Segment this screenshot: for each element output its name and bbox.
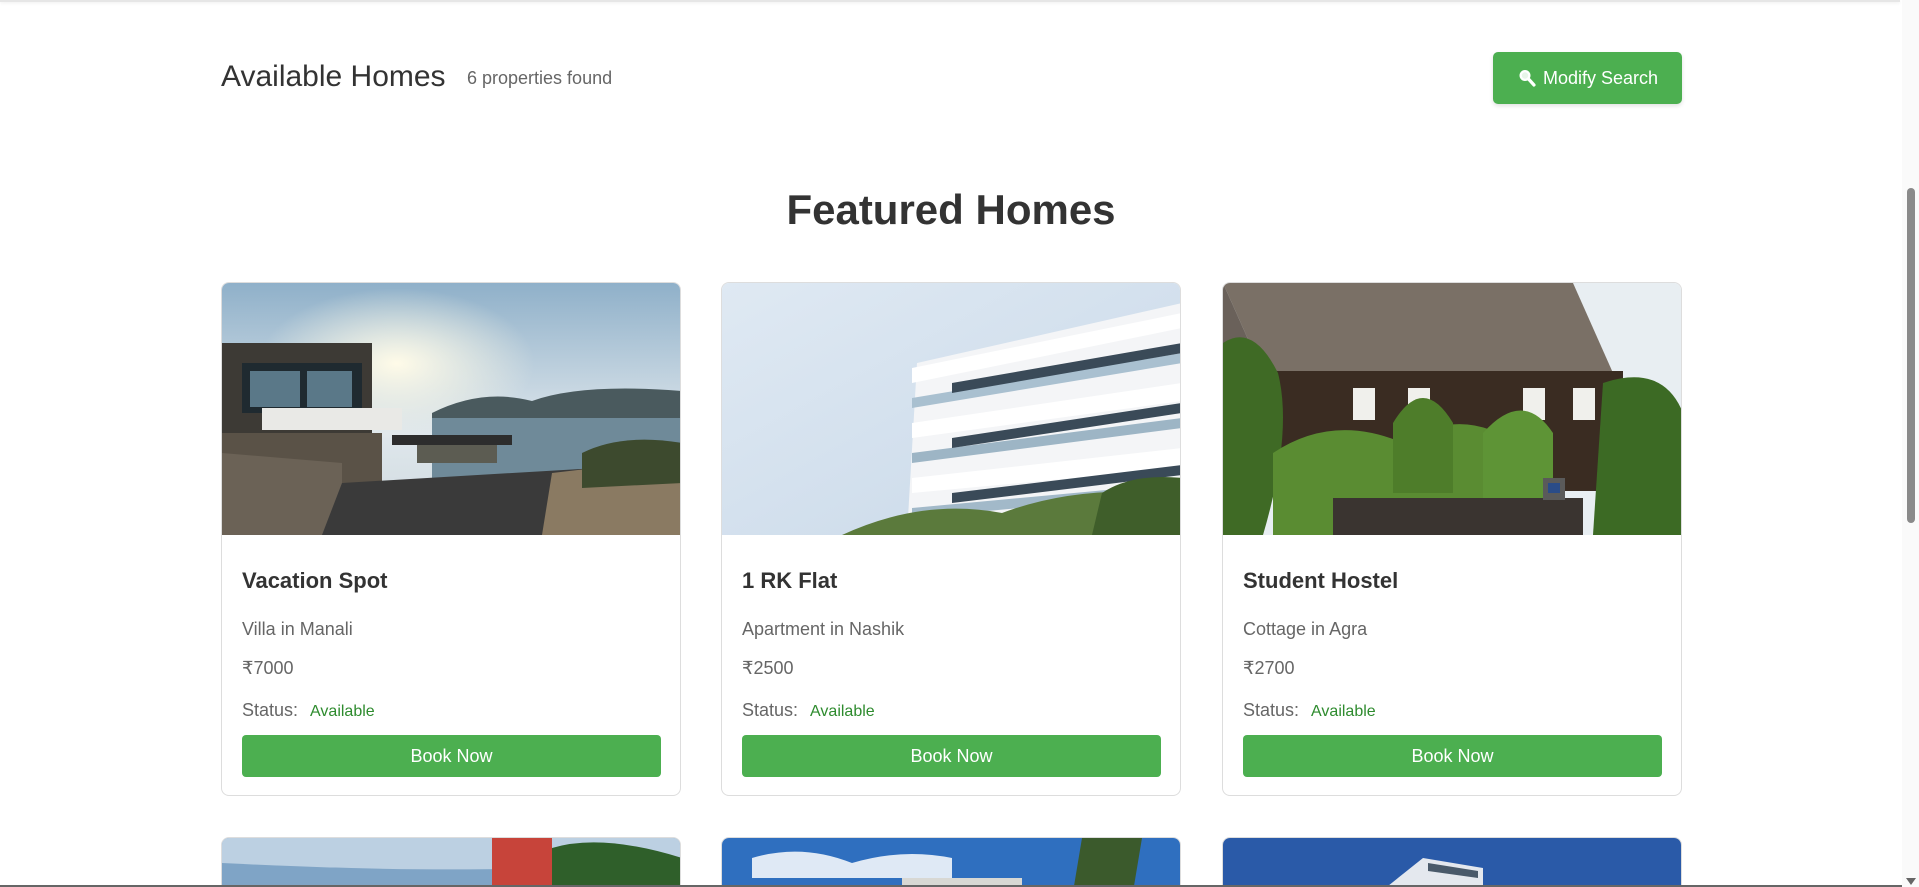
status-badge: Available — [810, 703, 875, 720]
home-type: Villa in Manali — [242, 619, 353, 639]
home-card-partial — [1222, 837, 1682, 887]
home-status: Status: Available — [242, 700, 375, 721]
vertical-scrollbar[interactable] — [1902, 0, 1919, 887]
scrollbar-thumb[interactable] — [1907, 188, 1915, 523]
search-icon — [1519, 70, 1536, 87]
book-now-button[interactable]: Book Now — [742, 735, 1161, 777]
scroll-down-arrow-icon[interactable] — [1906, 878, 1916, 885]
modify-search-label: Modify Search — [1542, 67, 1659, 88]
home-card-partial — [721, 837, 1181, 887]
home-status: Status: Available — [1243, 700, 1376, 721]
home-type: Apartment in Nashik — [742, 619, 905, 639]
home-price: ₹2500 — [742, 658, 794, 678]
home-name: 1 RK Flat — [742, 568, 838, 593]
home-image — [722, 283, 1180, 535]
home-card-partial — [221, 837, 681, 887]
status-label: Status: — [1243, 700, 1300, 720]
page-title: Available Homes — [221, 60, 446, 93]
home-image — [722, 838, 1180, 887]
modify-search-button[interactable]: Modify Search — [1493, 52, 1682, 104]
status-label: Status: — [242, 700, 299, 720]
home-status: Status: Available — [742, 700, 875, 721]
home-image — [222, 838, 680, 887]
home-name: Student Hostel — [1243, 568, 1399, 593]
home-card: Vacation Spot Villa in Manali ₹7000 Stat… — [221, 282, 681, 796]
status-badge: Available — [1311, 703, 1376, 720]
home-card: Student Hostel Cottage in Agra ₹2700 Sta… — [1222, 282, 1682, 796]
home-price: ₹7000 — [242, 658, 294, 678]
status-label: Status: — [742, 700, 799, 720]
status-badge: Available — [310, 703, 375, 720]
home-type: Cottage in Agra — [1243, 619, 1368, 639]
results-header: Available Homes 6 properties found Modif… — [220, 52, 1682, 104]
home-image — [1223, 283, 1681, 535]
book-now-button[interactable]: Book Now — [1243, 735, 1662, 777]
home-image — [222, 283, 680, 535]
home-name: Vacation Spot — [242, 568, 388, 593]
results-count: 6 properties found — [467, 68, 613, 88]
top-edge-shadow — [0, 0, 1900, 2]
book-now-button[interactable]: Book Now — [242, 735, 661, 777]
home-card: 1 RK Flat Apartment in Nashik ₹2500 Stat… — [721, 282, 1181, 796]
home-price: ₹2700 — [1243, 658, 1295, 678]
section-title: Featured Homes — [786, 186, 1116, 233]
home-image — [1223, 838, 1681, 887]
